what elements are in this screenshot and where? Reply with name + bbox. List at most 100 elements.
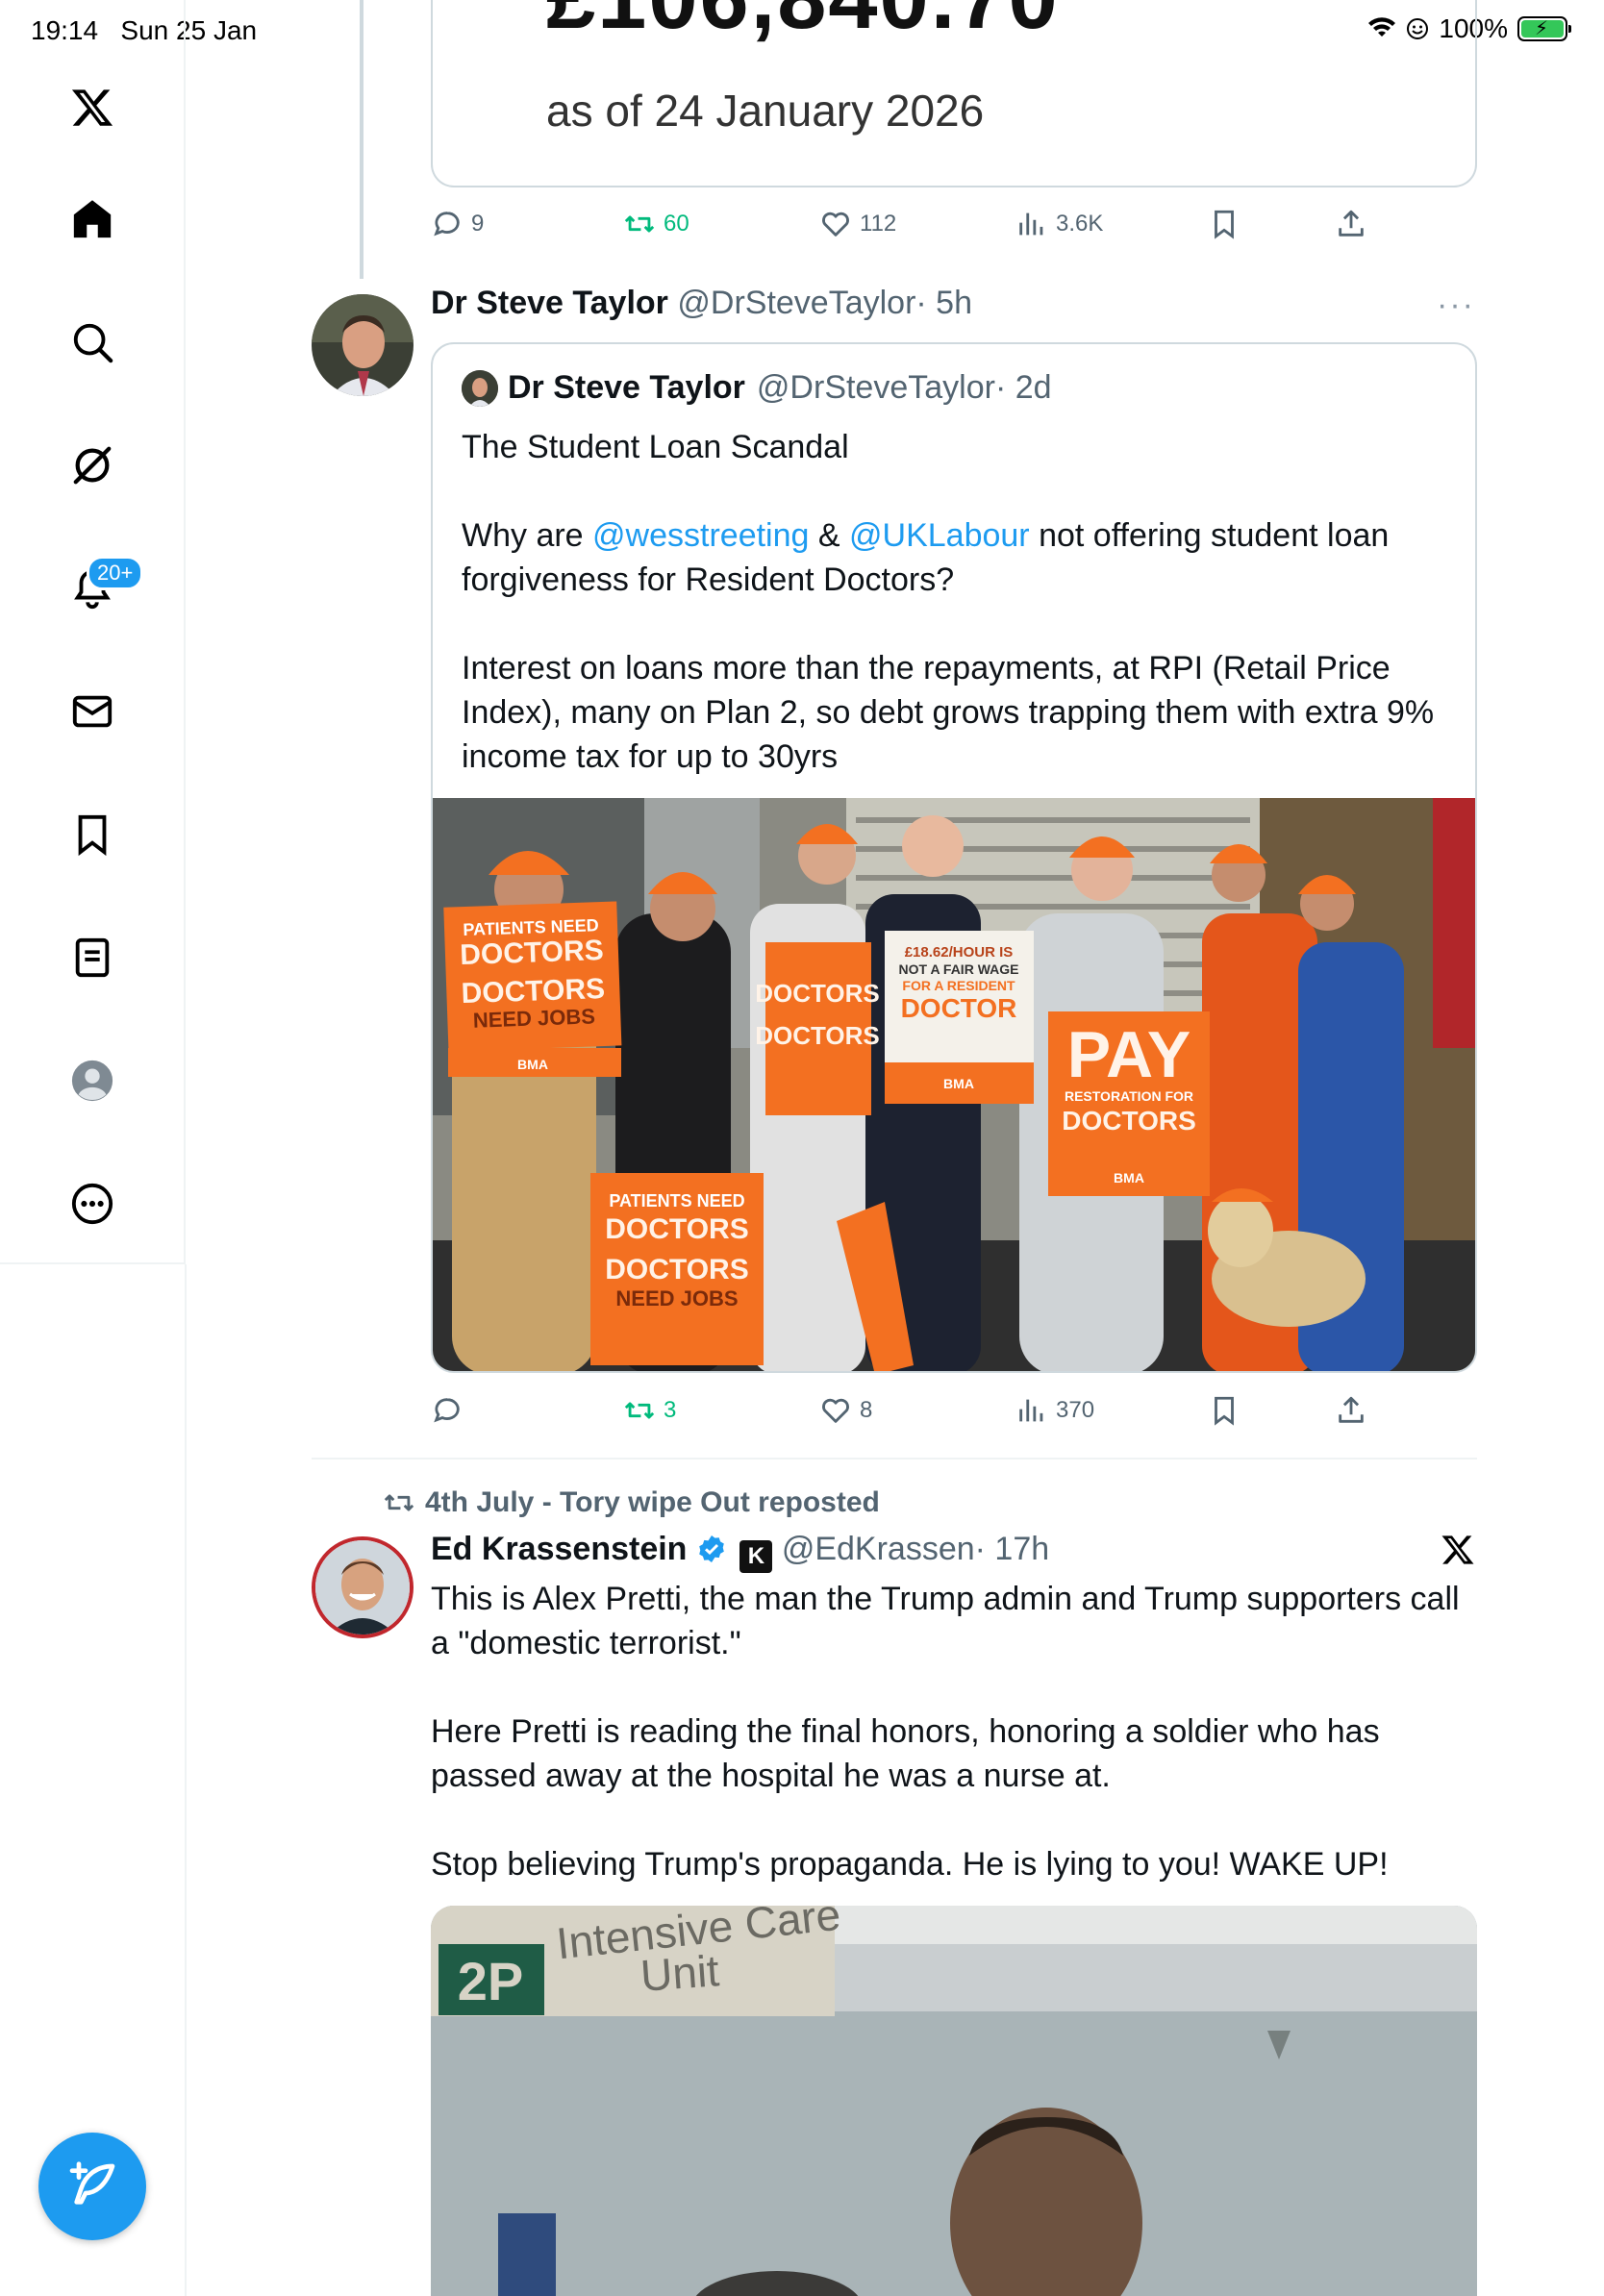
sign-text: DOCTORS [1062, 1106, 1196, 1136]
compose-feather-icon [69, 2161, 115, 2205]
notifications-badge: 20+ [87, 556, 144, 590]
quote-text: The Student Loan Scandal Why are @wesstr… [462, 425, 1452, 779]
strike-protest-photo[interactable]: PATIENTS NEED DOCTORS DOCTORS NEED JOBS … [433, 798, 1475, 1371]
x-logo-icon[interactable] [1441, 1533, 1475, 1567]
like-button[interactable]: 112 [819, 208, 896, 240]
bookmark-button[interactable] [1208, 208, 1241, 240]
heart-icon [822, 212, 849, 237]
sign-text: DOCTORS [605, 1254, 748, 1285]
mention-link[interactable]: @wesstreeting [592, 517, 809, 554]
views-chart-icon [1019, 212, 1043, 236]
more-options-icon[interactable] [62, 1173, 123, 1235]
like-button[interactable]: 8 [819, 1394, 872, 1427]
sign-text: PATIENTS NEED [609, 1191, 744, 1210]
reposted-by-text: 4th July - Tory wipe Out reposted [425, 1486, 880, 1518]
affiliate-badge-icon: K [739, 1540, 773, 1573]
repost-button[interactable]: 3 [623, 1394, 676, 1427]
repost-button[interactable]: 60 [623, 208, 689, 240]
lists-icon[interactable] [62, 927, 123, 988]
author-name[interactable]: Dr Steve Taylor [431, 285, 668, 321]
previous-tweet-card[interactable]: £106,840.70 as of 24 January 2026 [431, 0, 1477, 187]
x-logo-icon[interactable] [62, 77, 123, 138]
sign-text: DOCTORS [755, 979, 880, 1008]
views-chart-icon [1019, 1399, 1043, 1422]
sign-text: RESTORATION FOR [1065, 1088, 1193, 1104]
views-count: 3.6K [1056, 211, 1104, 237]
video-sign-line2: Unit [639, 1945, 720, 2001]
share-button[interactable] [1335, 208, 1367, 240]
bookmark-icon [1215, 210, 1234, 239]
views-count: 370 [1056, 1397, 1095, 1423]
tweet2-body: This is Alex Pretti, the man the Trump a… [431, 1577, 1479, 1931]
author-avatar[interactable] [312, 1536, 414, 1638]
sign-text: DOCTORS [755, 1021, 880, 1050]
quoted-tweet-card[interactable]: Dr Steve Taylor @DrSteveTaylor· 2d The S… [431, 342, 1477, 1373]
text-span: Why are [462, 517, 593, 554]
tweet-paragraph-3: Stop believing Trump's propaganda. He is… [431, 1846, 1389, 1883]
tweet-paragraph-1: This is Alex Pretti, the man the Trump a… [431, 1581, 1460, 1661]
reply-button[interactable] [431, 1394, 471, 1427]
views-button[interactable]: 370 [1015, 1394, 1094, 1427]
profile-avatar-icon[interactable] [62, 1050, 123, 1111]
tweet2-header: Ed Krassenstein K @EdKrassen· 17h [431, 1531, 1049, 1573]
reply-count: 9 [471, 211, 485, 237]
sign-text: DOCTOR [901, 993, 1017, 1023]
mention-link[interactable]: @UKLabour [849, 517, 1030, 554]
like-count: 8 [860, 1397, 873, 1423]
video-sign-code: 2P [458, 1951, 524, 2011]
sidebar [0, 0, 186, 1264]
quote-time: · 2d [994, 369, 1052, 406]
compose-post-button[interactable] [38, 2133, 146, 2240]
repost-icon [384, 1494, 414, 1511]
author-handle[interactable]: @DrSteveTaylor [677, 285, 915, 321]
repost-count: 3 [664, 1397, 677, 1423]
sign-text: NEED JOBS [472, 1004, 595, 1032]
tweet-paragraph-2: Here Pretti is reading the final honors,… [431, 1713, 1380, 1794]
tweet-divider [312, 1458, 1477, 1460]
home-icon[interactable] [62, 188, 123, 250]
share-button[interactable] [1335, 1394, 1367, 1427]
bookmark-button[interactable] [1208, 1394, 1241, 1427]
author-handle[interactable]: @EdKrassen [782, 1531, 975, 1567]
quote-author-name: Dr Steve Taylor [508, 369, 745, 406]
views-button[interactable]: 3.6K [1015, 208, 1103, 240]
tweet1-header: Dr Steve Taylor @DrSteveTaylor· 5h [431, 285, 972, 322]
quote-paragraph-2: Why are @wesstreeting & @UKLabour not of… [462, 513, 1452, 602]
reply-icon [434, 212, 460, 237]
repost-count: 60 [664, 211, 689, 237]
quote-paragraph-3: Interest on loans more than the repaymen… [462, 650, 1435, 775]
sign-text: NEED JOBS [615, 1286, 738, 1310]
bookmarks-icon[interactable] [62, 804, 123, 865]
more-options-button[interactable]: ··· [1437, 287, 1475, 324]
tweet-video[interactable]: 2P Intensive Care Unit [431, 1906, 1477, 2296]
card-amount: £106,840.70 [546, 0, 1060, 49]
tweet-time: · 17h [974, 1531, 1050, 1567]
text-span: & [809, 517, 850, 554]
quote-author-handle: @DrSteveTaylor [756, 369, 995, 406]
sidebar-divider [185, 1264, 187, 2296]
sign-text: BMA [517, 1057, 548, 1072]
reposted-by-line[interactable]: 4th July - Tory wipe Out reposted [383, 1486, 880, 1519]
share-icon [1339, 210, 1364, 237]
card-date: as of 24 January 2026 [546, 86, 985, 136]
like-count: 112 [860, 211, 897, 237]
grok-icon[interactable] [62, 435, 123, 496]
quote-header: Dr Steve Taylor @DrSteveTaylor· 2d [462, 369, 1052, 407]
sign-text: BMA [1114, 1170, 1144, 1185]
sign-text: DOCTORS [460, 935, 605, 971]
messages-envelope-icon[interactable] [62, 681, 123, 742]
search-icon[interactable] [62, 312, 123, 373]
share-icon [1339, 1396, 1364, 1423]
author-name[interactable]: Ed Krassenstein [431, 1531, 687, 1567]
bookmark-icon [1215, 1396, 1234, 1426]
verified-badge-icon [699, 1535, 724, 1562]
sign-text: BMA [943, 1076, 974, 1091]
sign-text: DOCTORS [605, 1213, 748, 1245]
quote-author-avatar [462, 369, 498, 407]
author-avatar[interactable] [312, 294, 414, 396]
reply-button[interactable]: 9 [431, 208, 484, 240]
sign-text: PAY [1067, 1018, 1191, 1091]
sign-text: NOT A FAIR WAGE [899, 961, 1019, 977]
repost-icon [624, 1402, 655, 1419]
sign-text: £18.62/HOUR IS [905, 944, 1014, 961]
